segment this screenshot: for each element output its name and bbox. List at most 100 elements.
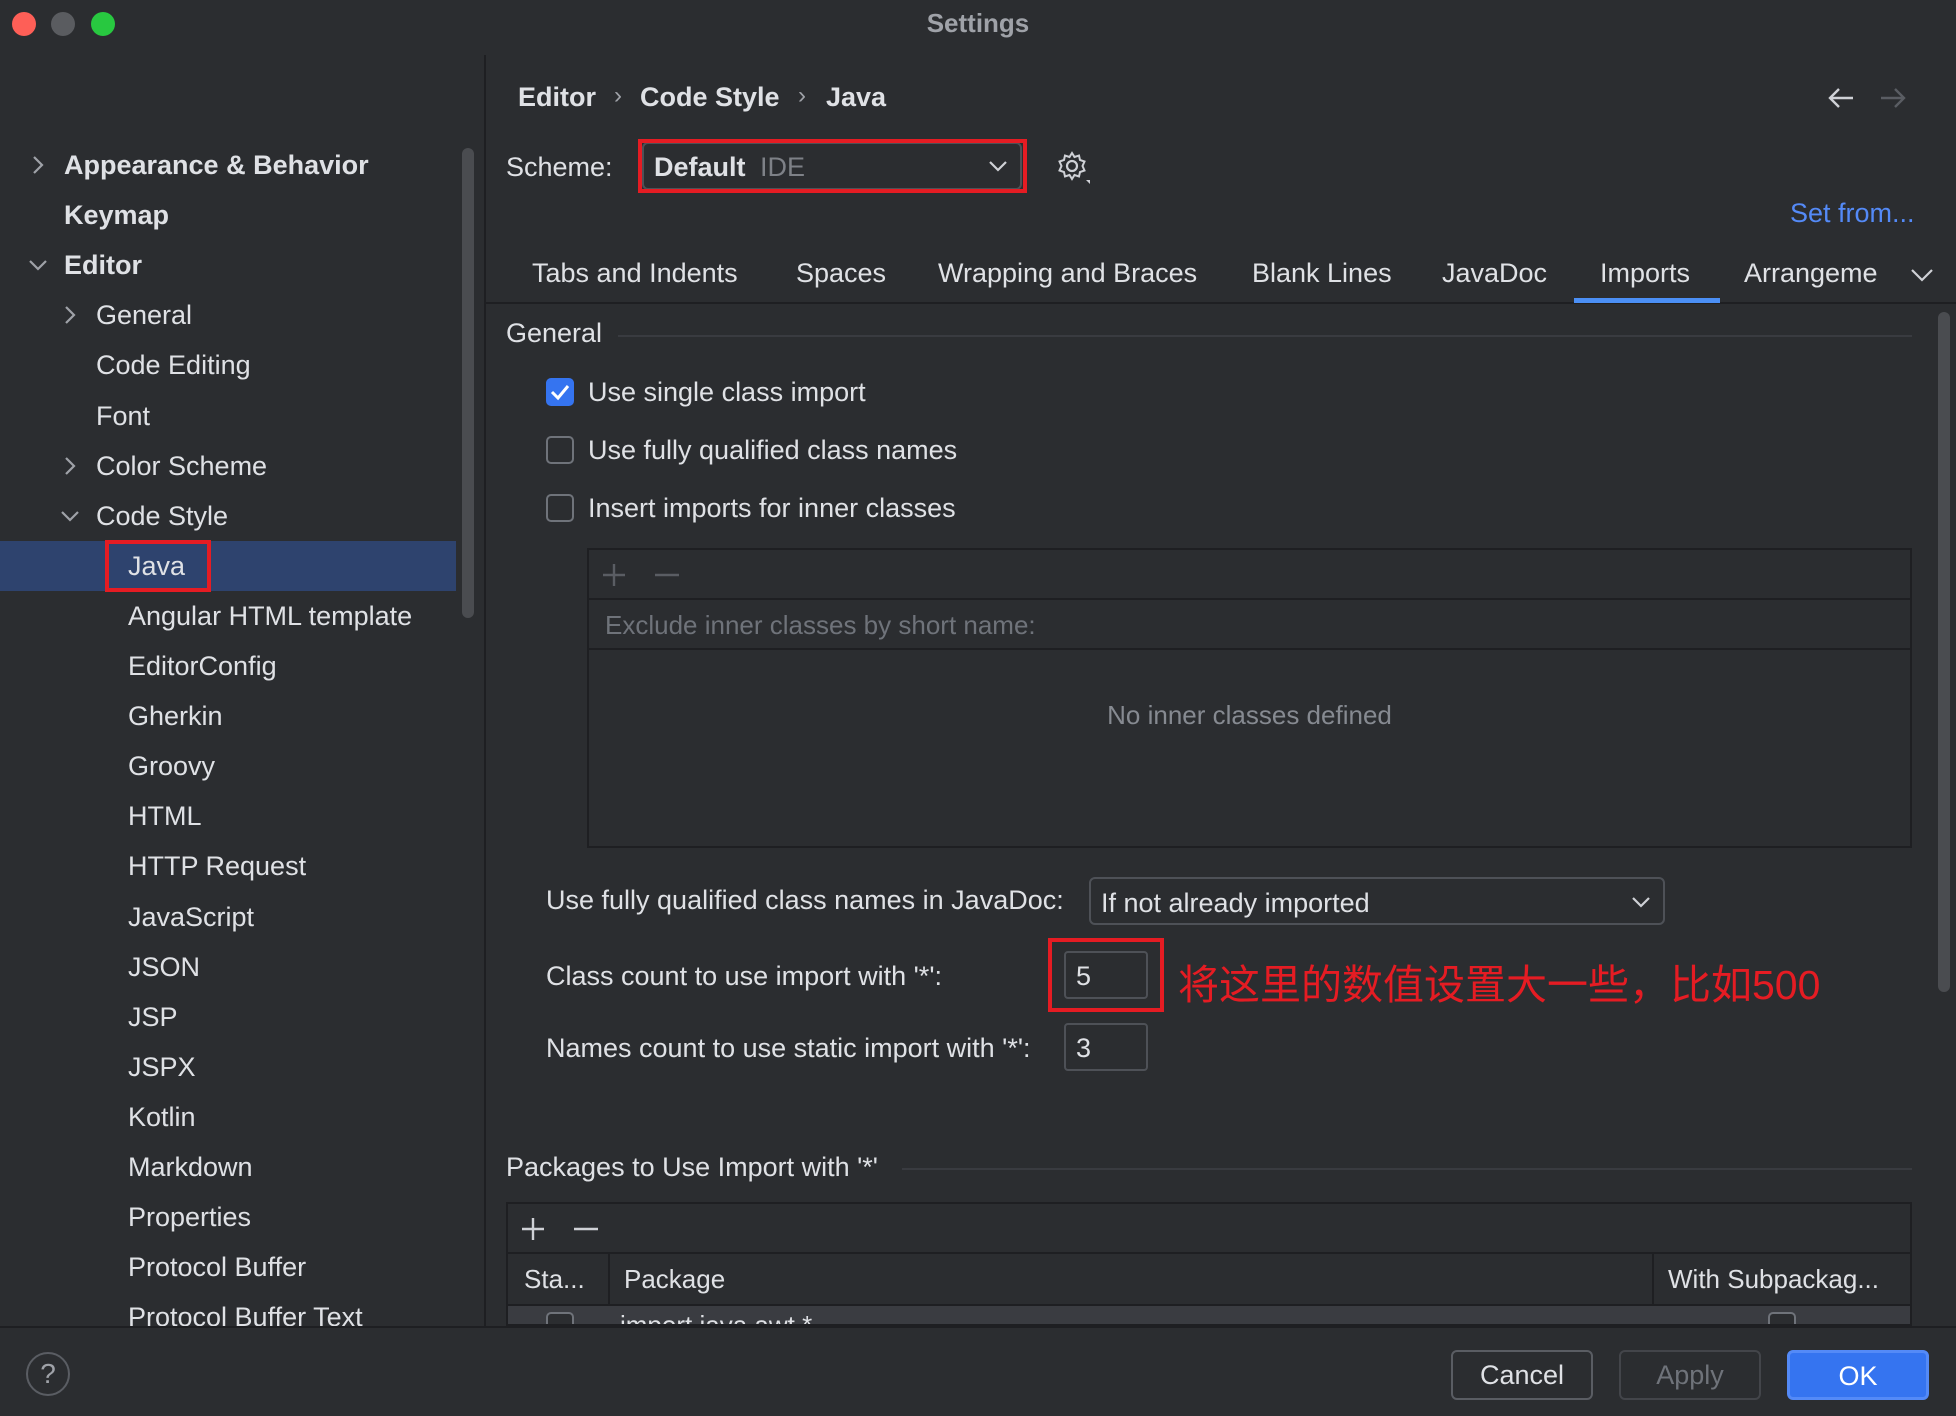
tab-spaces[interactable]: Spaces xyxy=(796,258,886,289)
add-icon[interactable] xyxy=(601,562,627,588)
sidebar-item-kotlin[interactable]: Kotlin xyxy=(0,1092,456,1142)
inner-classes-panel: Exclude inner classes by short name: No … xyxy=(587,548,1912,848)
table-row[interactable]: import java.awt.* xyxy=(508,1306,1910,1324)
sidebar-item-label: Editor xyxy=(64,250,142,281)
remove-icon[interactable] xyxy=(653,562,681,588)
chevron-down-icon[interactable] xyxy=(26,240,50,290)
scheme-dropdown[interactable]: Default IDE xyxy=(642,142,1022,190)
inner-classes-header[interactable]: Exclude inner classes by short name: xyxy=(589,600,1910,650)
breadcrumb-java: Java xyxy=(826,82,887,112)
sidebar-item-code-editing[interactable]: Code Editing xyxy=(0,340,456,390)
tab-javadoc[interactable]: JavaDoc xyxy=(1442,258,1547,289)
sidebar-item-label: General xyxy=(96,300,193,331)
packages-toolbar xyxy=(508,1204,1910,1254)
use-fully-qualified-row[interactable]: Use fully qualified class names xyxy=(546,433,957,467)
insert-imports-inner-checkbox[interactable] xyxy=(546,494,574,522)
sidebar-item-code-style[interactable]: Code Style xyxy=(0,491,456,541)
sidebar-item-javascript[interactable]: JavaScript xyxy=(0,892,456,942)
tabs-overflow-chevron-icon[interactable] xyxy=(1910,266,1934,284)
cancel-button[interactable]: Cancel xyxy=(1451,1350,1593,1400)
sidebar-item-label: Font xyxy=(96,400,151,431)
sidebar-item-protocol-buffer[interactable]: Protocol Buffer xyxy=(0,1242,456,1292)
sidebar-divider[interactable] xyxy=(484,55,486,1326)
scheme-kind: IDE xyxy=(760,152,806,182)
sidebar-item-label: Groovy xyxy=(128,751,216,782)
sidebar-item-color-scheme[interactable]: Color Scheme xyxy=(0,441,456,491)
breadcrumb-editor[interactable]: Editor xyxy=(518,82,596,113)
add-icon[interactable] xyxy=(520,1216,546,1242)
sidebar-item-java[interactable]: Java xyxy=(0,540,456,591)
sidebar-item-label: Protocol Buffer xyxy=(128,1252,307,1283)
use-single-class-import-label: Use single class import xyxy=(588,376,866,407)
sidebar-item-font[interactable]: Font xyxy=(0,391,456,441)
chevron-down-icon[interactable] xyxy=(58,491,82,541)
forward-arrow-icon[interactable] xyxy=(1878,84,1908,112)
sidebar-item-protocol-buffer-text[interactable]: Protocol Buffer Text xyxy=(0,1292,456,1326)
breadcrumb-separator: › xyxy=(614,82,622,109)
sidebar-item-properties[interactable]: Properties xyxy=(0,1192,456,1242)
use-fully-qualified-label: Use fully qualified class names xyxy=(588,434,958,465)
sidebar-item-json[interactable]: JSON xyxy=(0,942,456,992)
use-fully-qualified-checkbox[interactable] xyxy=(546,436,574,464)
content-scrollbar[interactable] xyxy=(1938,312,1950,992)
sidebar-item-gherkin[interactable]: Gherkin xyxy=(0,691,456,741)
general-section-title: General xyxy=(506,318,603,348)
active-tab-indicator xyxy=(1574,298,1720,303)
sidebar-item-markdown[interactable]: Markdown xyxy=(0,1142,456,1192)
tab-tabs-and-indents[interactable]: Tabs and Indents xyxy=(532,258,738,289)
sidebar-item-keymap[interactable]: Keymap xyxy=(0,190,456,240)
sidebar-item-label: JSON xyxy=(128,951,201,982)
column-divider[interactable] xyxy=(608,1254,610,1306)
ok-button[interactable]: OK xyxy=(1787,1350,1929,1400)
tab-imports[interactable]: Imports xyxy=(1600,258,1690,289)
chevron-down-icon xyxy=(989,161,1007,172)
breadcrumb-code-style[interactable]: Code Style xyxy=(640,82,780,113)
names-count-input[interactable]: 3 xyxy=(1064,1023,1148,1071)
column-header-static[interactable]: Sta... xyxy=(524,1264,585,1295)
chevron-right-icon[interactable] xyxy=(26,140,50,190)
set-from-link[interactable]: Set from... xyxy=(1790,198,1915,229)
remove-icon[interactable] xyxy=(572,1216,600,1242)
sidebar-item-label: Angular HTML template xyxy=(128,600,413,631)
sidebar-item-jsp[interactable]: JSP xyxy=(0,992,456,1042)
sidebar-item-label: Code Editing xyxy=(96,350,251,381)
sidebar-item-label: Appearance & Behavior xyxy=(64,150,369,180)
sidebar-item-groovy[interactable]: Groovy xyxy=(0,741,456,791)
sidebar-item-label: JSPX xyxy=(128,1051,196,1082)
tab-blank-lines[interactable]: Blank Lines xyxy=(1252,258,1392,289)
breadcrumb-separator: › xyxy=(798,82,806,109)
class-count-label: Class count to use import with '*': xyxy=(546,961,942,991)
with-subpackages-checkbox[interactable] xyxy=(1768,1312,1796,1324)
class-count-input[interactable]: 5 xyxy=(1064,951,1148,999)
back-arrow-icon[interactable] xyxy=(1826,84,1856,112)
sidebar-item-editor[interactable]: Editor xyxy=(0,240,456,290)
tab-wrapping-and-braces[interactable]: Wrapping and Braces xyxy=(938,258,1197,289)
help-button[interactable]: ? xyxy=(26,1352,70,1396)
column-header-package[interactable]: Package xyxy=(624,1264,725,1295)
sidebar-item-http-request[interactable]: HTTP Request xyxy=(0,841,456,891)
sidebar-item-angular-html-template[interactable]: Angular HTML template xyxy=(0,591,456,641)
packages-table: Sta... Package With Subpackag... import … xyxy=(506,1202,1912,1326)
sidebar-item-editorconfig[interactable]: EditorConfig xyxy=(0,641,456,691)
sidebar-item-label: JavaScript xyxy=(128,901,255,932)
chevron-right-icon[interactable] xyxy=(58,290,82,340)
chevron-right-icon[interactable] xyxy=(58,441,82,491)
insert-imports-inner-row[interactable]: Insert imports for inner classes xyxy=(546,491,956,525)
javadoc-qualified-dropdown[interactable]: If not already imported xyxy=(1089,877,1665,925)
sidebar-item-general[interactable]: General xyxy=(0,290,456,340)
use-single-class-import-checkbox[interactable] xyxy=(546,378,574,406)
apply-button[interactable]: Apply xyxy=(1619,1350,1761,1400)
gear-icon[interactable] xyxy=(1056,150,1092,186)
inner-classes-toolbar xyxy=(589,550,1910,600)
static-checkbox[interactable] xyxy=(546,1312,574,1324)
column-divider[interactable] xyxy=(1652,1254,1654,1306)
tab-arrangement[interactable]: Arrangeme xyxy=(1744,258,1878,289)
sidebar-scrollbar[interactable] xyxy=(462,148,474,618)
sidebar-item-jspx[interactable]: JSPX xyxy=(0,1042,456,1092)
sidebar-item-appearance-behavior[interactable]: Appearance & Behavior xyxy=(0,140,456,190)
use-single-class-import-row[interactable]: Use single class import xyxy=(546,375,866,409)
sidebar-item-html[interactable]: HTML xyxy=(0,791,456,841)
column-header-with-subpackages[interactable]: With Subpackag... xyxy=(1668,1264,1879,1295)
packages-table-header: Sta... Package With Subpackag... xyxy=(508,1254,1910,1306)
sidebar-item-label: Code Style xyxy=(96,500,229,531)
